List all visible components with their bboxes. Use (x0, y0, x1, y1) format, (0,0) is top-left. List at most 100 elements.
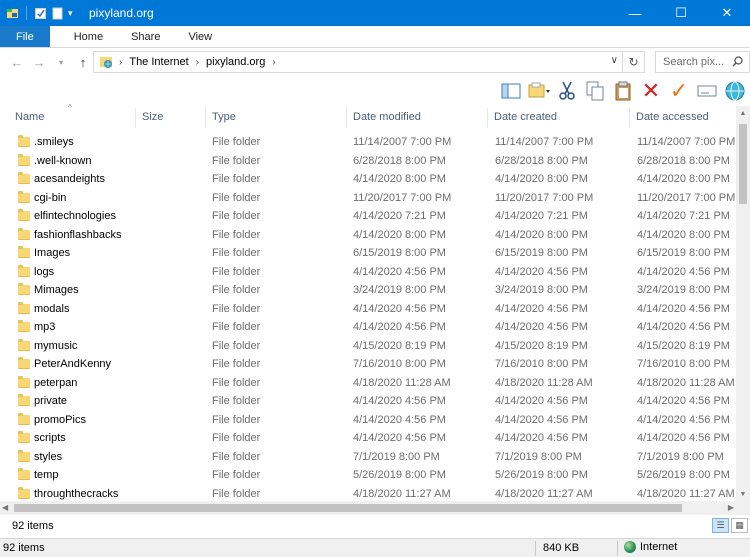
column-date-accessed[interactable]: Date accessed (629, 106, 709, 128)
file-name-cell[interactable]: fashionflashbacks (18, 226, 121, 245)
file-name-cell[interactable]: modals (18, 300, 69, 319)
file-name-cell[interactable]: logs (18, 263, 54, 282)
column-type[interactable]: Type (205, 106, 236, 128)
horizontal-scrollbar[interactable]: ◀ ▶ (0, 501, 736, 515)
file-row[interactable]: styles File folder 7/1/2019 8:00 PM 7/1/201… (0, 448, 736, 467)
column-date-modified[interactable]: Date modified (346, 106, 421, 128)
date-modified: 4/14/2020 4:56 PM (353, 302, 446, 315)
file-row[interactable]: PeterAndKenny File folder 7/16/2010 8:00 P… (0, 355, 736, 374)
file-row[interactable]: temp File folder 5/26/2019 8:00 PM 5/26/201… (0, 466, 736, 485)
file-row[interactable]: Images File folder 6/15/2019 8:00 PM 6/15/2… (0, 244, 736, 263)
folder-options-icon[interactable] (528, 80, 550, 102)
tab-share[interactable]: Share (117, 26, 174, 47)
paste-icon[interactable] (612, 80, 634, 102)
scroll-up-icon[interactable]: ▲ (736, 106, 750, 120)
breadcrumb-chevron-icon[interactable]: › (272, 57, 275, 68)
file-name-cell[interactable]: PeterAndKenny (18, 355, 111, 374)
close-button[interactable]: ✕ (704, 0, 750, 26)
file-row[interactable]: fashionflashbacks File folder 4/14/2020 8:… (0, 226, 736, 245)
forward-button[interactable]: → (28, 55, 50, 70)
date-created: 4/14/2020 8:00 PM (495, 173, 588, 186)
file-name-cell[interactable]: .smileys (18, 133, 74, 152)
file-name: throughthecracks (34, 487, 119, 500)
horizontal-scroll-thumb[interactable] (14, 504, 682, 512)
customize-dropdown-icon[interactable]: ▾ (68, 7, 81, 20)
file-row[interactable]: mymusic File folder 4/15/2020 8:19 PM 4/15/… (0, 337, 736, 356)
file-row[interactable]: .well-known File folder 6/28/2018 8:00 PM 6… (0, 152, 736, 171)
file-row[interactable]: modals File folder 4/14/2020 4:56 PM 4/14/2… (0, 300, 736, 319)
cut-icon[interactable] (556, 80, 578, 102)
details-view-icon[interactable]: ☰ (712, 518, 729, 533)
refresh-icon[interactable]: ↻ (622, 52, 644, 72)
tab-home[interactable]: Home (60, 26, 117, 47)
file-row[interactable]: promoPics File folder 4/14/2020 4:56 PM 4/1… (0, 411, 736, 430)
rename-icon[interactable] (696, 80, 718, 102)
file-name-cell[interactable]: private (18, 392, 67, 411)
file-row[interactable]: acesandeights File folder 4/14/2020 8:00 P… (0, 170, 736, 189)
file-name: modals (34, 302, 70, 315)
file-name-cell[interactable]: cgi-bin (18, 189, 66, 208)
column-size[interactable]: Size (135, 106, 163, 128)
tab-view[interactable]: View (174, 26, 226, 47)
file-name-cell[interactable]: .well-known (18, 152, 91, 171)
column-name[interactable]: Name (8, 106, 44, 128)
file-row[interactable]: .smileys File folder 11/14/2007 7:00 PM 11/… (0, 133, 736, 152)
recent-locations-icon[interactable]: ▾ (50, 58, 72, 67)
file-row[interactable]: peterpan File folder 4/18/2020 11:28 AM 4/1… (0, 374, 736, 393)
file-name-cell[interactable]: elfintechnologies (18, 207, 116, 226)
file-name-cell[interactable]: mymusic (18, 337, 77, 356)
search-icon[interactable] (732, 56, 743, 70)
minimize-button[interactable]: — (612, 0, 658, 26)
folder-icon (18, 394, 30, 407)
address-bar[interactable]: › The Internet › pixyland.org › ∨ ↻ (93, 51, 645, 73)
new-folder-icon[interactable] (51, 7, 64, 20)
breadcrumb-the-internet[interactable]: The Internet (129, 56, 188, 68)
file-row[interactable]: private File folder 4/14/2020 4:56 PM 4/14/… (0, 392, 736, 411)
address-dropdown-icon[interactable]: ∨ (611, 55, 618, 66)
breadcrumb-chevron-icon[interactable]: › (119, 57, 122, 68)
properties-icon[interactable] (34, 7, 47, 20)
file-name-cell[interactable]: Images (18, 244, 70, 263)
search-input[interactable]: Search pix... (655, 51, 750, 73)
file-name-cell[interactable]: temp (18, 466, 58, 485)
date-modified: 6/28/2018 8:00 PM (353, 154, 446, 167)
up-button[interactable]: ↑ (72, 55, 94, 70)
file-row[interactable]: throughthecracks File folder 4/18/2020 11:… (0, 485, 736, 502)
scroll-left-icon[interactable]: ◀ (2, 503, 8, 512)
file-type: File folder (212, 302, 261, 315)
file-name-cell[interactable]: mp3 (18, 318, 55, 337)
maximize-button[interactable]: ☐ (658, 0, 704, 26)
vertical-scroll-thumb[interactable] (739, 124, 747, 204)
file-row[interactable]: logs File folder 4/14/2020 4:56 PM 4/14/202… (0, 263, 736, 282)
scroll-right-icon[interactable]: ▶ (728, 503, 734, 512)
back-button[interactable]: ← (6, 55, 28, 70)
column-header: Name ^ Size Type Date modified Date crea… (0, 103, 736, 128)
file-row[interactable]: Mimages File folder 3/24/2019 8:00 PM 3/24/… (0, 281, 736, 300)
file-name-cell[interactable]: scripts (18, 429, 66, 448)
file-name-cell[interactable]: throughthecracks (18, 485, 118, 502)
tab-file[interactable]: File (0, 26, 50, 47)
column-date-created[interactable]: Date created (487, 106, 557, 128)
check-icon[interactable]: ✓ (668, 78, 690, 103)
file-row[interactable]: mp3 File folder 4/14/2020 4:56 PM 4/14/2020… (0, 318, 736, 337)
file-name-cell[interactable]: styles (18, 448, 62, 467)
file-row[interactable]: elfintechnologies File folder 4/14/2020 7:… (0, 207, 736, 226)
file-name-cell[interactable]: peterpan (18, 374, 77, 393)
breadcrumb-chevron-icon[interactable]: › (196, 57, 199, 68)
large-icons-view-icon[interactable]: ▦ (731, 518, 748, 533)
title-bar: ▾ pixyland.org — ☐ ✕ (0, 0, 750, 26)
file-row[interactable]: cgi-bin File folder 11/20/2017 7:00 PM 11/2… (0, 189, 736, 208)
breadcrumb-pixyland[interactable]: pixyland.org (206, 56, 265, 68)
globe-icon[interactable] (724, 80, 746, 102)
explorer-icon[interactable] (6, 7, 19, 20)
file-name: elfintechnologies (34, 210, 116, 223)
file-row[interactable]: scripts File folder 4/14/2020 4:56 PM 4/14/… (0, 429, 736, 448)
delete-icon[interactable]: ✕ (640, 78, 662, 103)
file-name-cell[interactable]: Mimages (18, 281, 79, 300)
scroll-down-icon[interactable]: ▼ (736, 487, 750, 501)
vertical-scrollbar[interactable]: ▲ ▼ (736, 106, 750, 501)
file-name-cell[interactable]: acesandeights (18, 170, 105, 189)
layout-icon[interactable] (500, 80, 522, 102)
file-name-cell[interactable]: promoPics (18, 411, 86, 430)
copy-icon[interactable] (584, 80, 606, 102)
